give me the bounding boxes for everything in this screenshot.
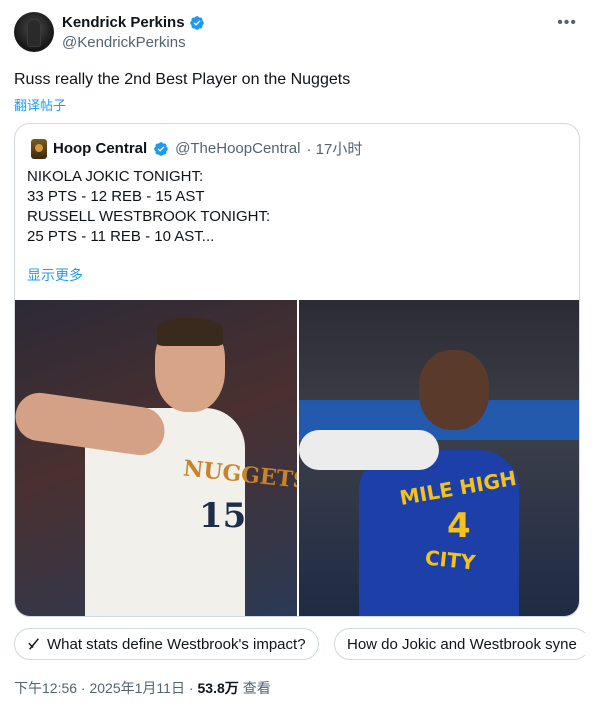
grok-suggestions: What stats define Westbrook's impact? Ho… [14,628,585,662]
author-avatar[interactable] [14,12,54,52]
jersey-line2: CITY [423,545,477,575]
jokic-photo[interactable]: NUGGETS 15 [15,300,297,616]
suggestion-text: How do Jokic and Westbrook syne [347,635,577,653]
quote-text: NIKOLA JOKIC TONIGHT: 33 PTS - 12 REB - … [27,167,270,247]
suggestion-chip[interactable]: What stats define Westbrook's impact? [14,628,319,660]
westbrook-photo[interactable]: MILE HIGH 4 CITY [299,300,579,616]
hoop-central-avatar[interactable] [31,138,47,159]
show-more-link[interactable]: 显示更多 [27,265,83,285]
more-horizontal-icon[interactable]: ••• [557,14,577,32]
jersey-number: 4 [447,506,471,546]
quote-line: RUSSELL WESTBROOK TONIGHT: [27,208,271,225]
arm [15,389,168,459]
quote-time: · 17小时 [306,141,363,158]
tweet-timestamp[interactable]: 下午12:56 · 2025年1月11日 · [14,678,194,698]
author-handle[interactable]: @KendrickPerkins [62,34,186,51]
player-head [419,350,489,430]
verified-badge-icon [189,15,204,30]
quoted-tweet[interactable]: Hoop Central @TheHoopCentral · 17小时 NIKO… [14,123,580,617]
player-hair [157,318,223,346]
suggestion-text: What stats define Westbrook's impact? [47,635,306,653]
quote-line: 25 PTS - 11 REB - 10 AST... [27,228,215,245]
verified-badge-icon [154,141,169,156]
quote-line: 33 PTS - 12 REB - 15 AST [27,188,205,205]
view-label: 查看 [242,680,271,696]
white-sleeve-arm [299,430,439,470]
suggestion-chip[interactable]: How do Jokic and Westbrook syne [334,628,585,660]
tweet-header: Kendrick Perkins @KendrickPerkins ••• [14,12,585,56]
grok-icon [28,638,39,650]
jersey-number: 15 [199,496,247,536]
author-name-row: Kendrick Perkins [62,14,205,31]
quote-author-name[interactable]: Hoop Central [53,140,147,157]
translate-link[interactable]: 翻译帖子 [14,95,66,114]
tweet-text: Russ really the 2nd Best Player on the N… [14,71,351,88]
tweet-meta: 下午12:56 · 2025年1月11日 · 53.8万 查看 [14,678,271,698]
author-name[interactable]: Kendrick Perkins [62,14,185,31]
quote-line: NIKOLA JOKIC TONIGHT: [27,168,204,185]
view-count: 53.8万 [197,680,239,696]
quote-author-handle[interactable]: @TheHoopCentral [175,140,300,157]
quote-header: Hoop Central @TheHoopCentral · 17小时 [31,138,362,159]
